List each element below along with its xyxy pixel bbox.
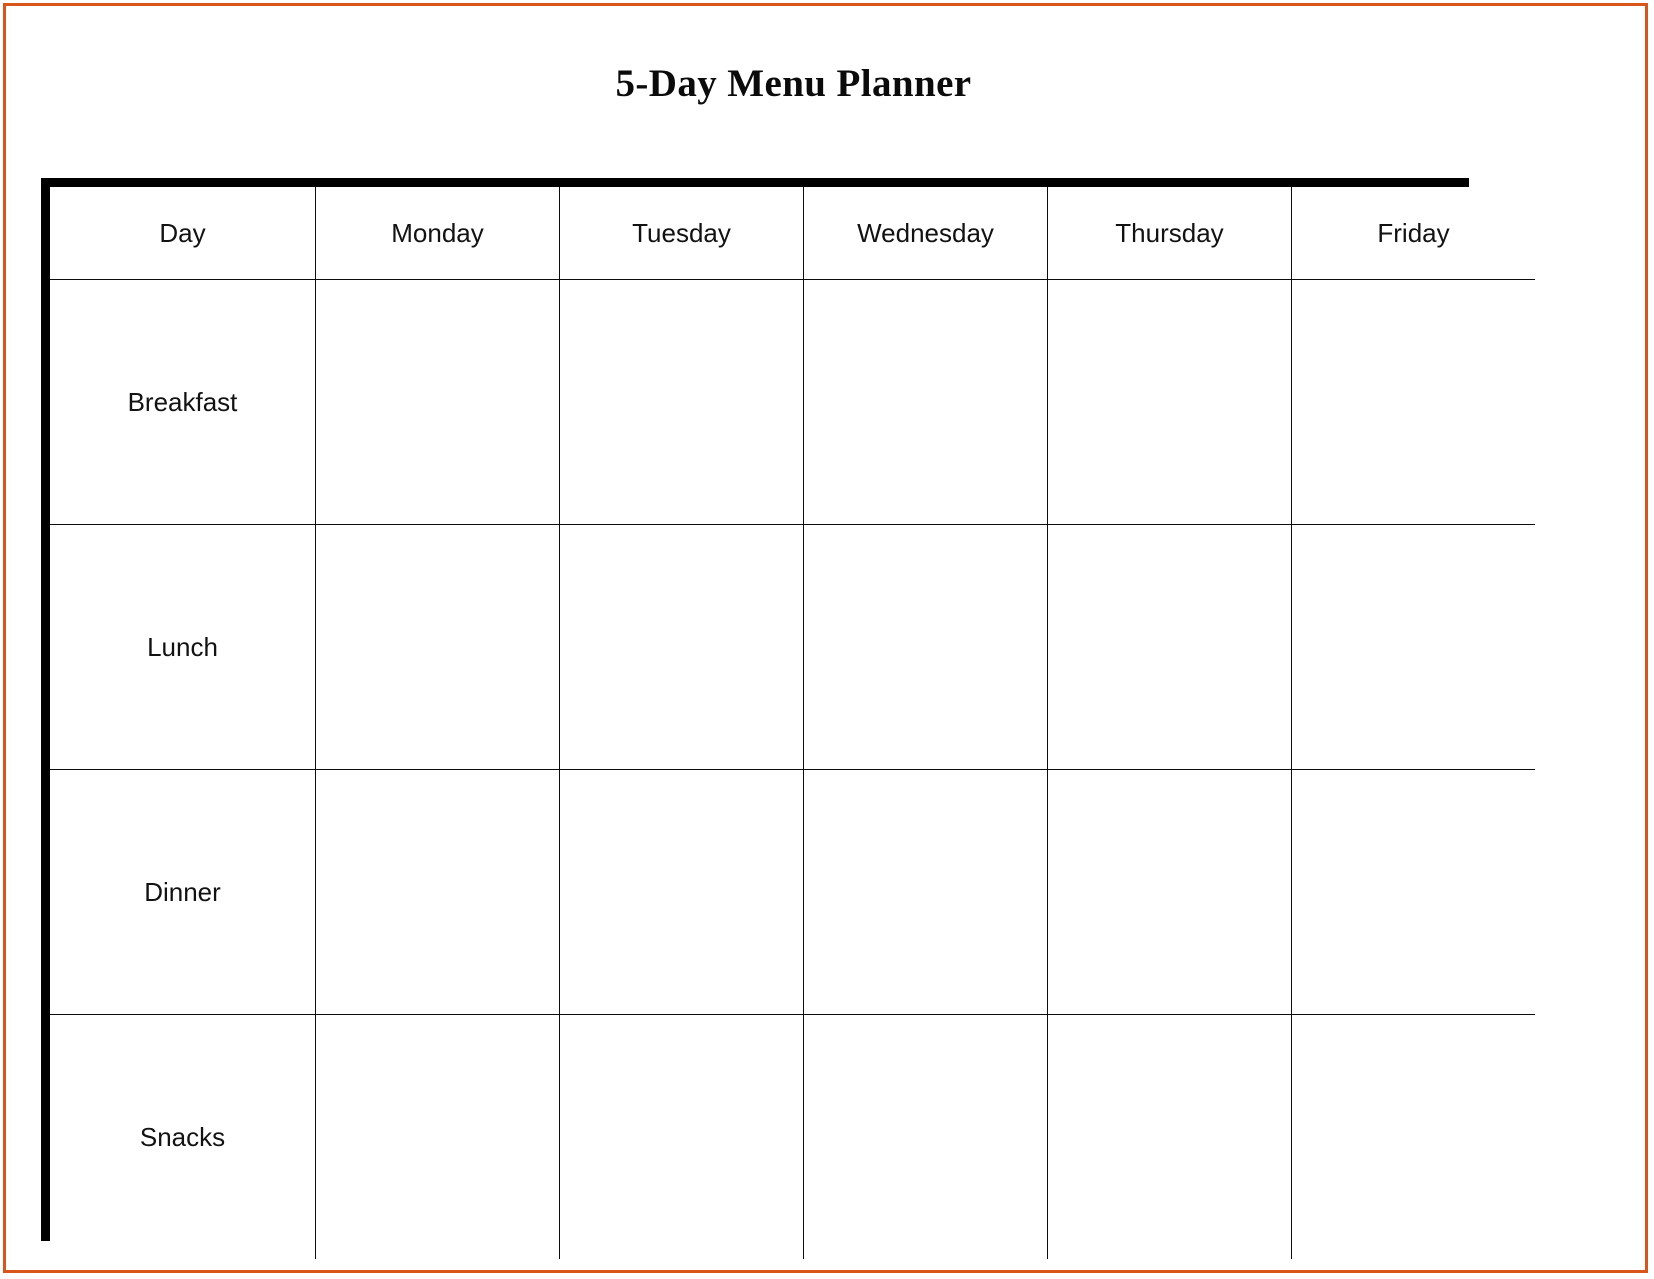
table-row-snacks: Snacks (50, 1014, 1535, 1259)
entry-cell-lunch-wednesday[interactable] (803, 524, 1048, 770)
row-label-dinner: Dinner (144, 876, 221, 907)
planner-grid: Day Monday Tuesday Wednesday Thursday Fr… (50, 187, 1535, 1259)
entry-cell-breakfast-thursday[interactable] (1047, 279, 1292, 525)
header-cell-day: Day (50, 187, 316, 280)
entry-cell-snacks-wednesday[interactable] (803, 1014, 1048, 1259)
row-label-cell-snacks: Snacks (50, 1014, 316, 1259)
row-label-cell-lunch: Lunch (50, 524, 316, 770)
entry-cell-dinner-tuesday[interactable] (559, 769, 804, 1015)
page-title-text: 5-Day Menu Planner (615, 62, 972, 105)
table-row-breakfast: Breakfast (50, 279, 1535, 525)
entry-cell-dinner-wednesday[interactable] (803, 769, 1048, 1015)
entry-cell-lunch-tuesday[interactable] (559, 524, 804, 770)
entry-cell-breakfast-wednesday[interactable] (803, 279, 1048, 525)
row-label-snacks: Snacks (139, 1121, 226, 1152)
entry-cell-snacks-friday[interactable] (1291, 1014, 1535, 1259)
entry-cell-lunch-monday[interactable] (315, 524, 560, 770)
entry-cell-dinner-friday[interactable] (1291, 769, 1535, 1015)
row-label-cell-dinner: Dinner (50, 769, 316, 1015)
table-row-dinner: Dinner (50, 769, 1535, 1015)
menu-planner-table: Day Monday Tuesday Wednesday Thursday Fr… (41, 178, 1535, 1259)
header-cell-friday: Friday (1291, 187, 1535, 280)
entry-cell-lunch-thursday[interactable] (1047, 524, 1292, 770)
row-label-cell-breakfast: Breakfast (50, 279, 316, 525)
entry-cell-breakfast-friday[interactable] (1291, 279, 1535, 525)
page-title: 5-Day Menu Planner (6, 64, 1651, 103)
entry-cell-snacks-monday[interactable] (315, 1014, 560, 1259)
entry-cell-breakfast-tuesday[interactable] (559, 279, 804, 525)
table-row-lunch: Lunch (50, 524, 1535, 770)
table-header-row: Day Monday Tuesday Wednesday Thursday Fr… (50, 187, 1535, 280)
row-label-lunch: Lunch (147, 631, 218, 662)
header-label-thursday: Thursday (1115, 217, 1224, 248)
entry-cell-snacks-tuesday[interactable] (559, 1014, 804, 1259)
header-cell-wednesday: Wednesday (803, 187, 1048, 280)
page-frame: 5-Day Menu Planner Day Monday Tuesday We… (3, 3, 1648, 1273)
entry-cell-dinner-monday[interactable] (315, 769, 560, 1015)
header-label-monday: Monday (391, 217, 484, 248)
entry-cell-dinner-thursday[interactable] (1047, 769, 1292, 1015)
header-cell-thursday: Thursday (1047, 187, 1292, 280)
header-cell-tuesday: Tuesday (559, 187, 804, 280)
entry-cell-breakfast-monday[interactable] (315, 279, 560, 525)
entry-cell-snacks-thursday[interactable] (1047, 1014, 1292, 1259)
header-cell-monday: Monday (315, 187, 560, 280)
header-label-wednesday: Wednesday (857, 217, 994, 248)
header-label-day: Day (159, 217, 206, 248)
header-label-tuesday: Tuesday (632, 217, 731, 248)
row-label-breakfast: Breakfast (127, 386, 238, 417)
entry-cell-lunch-friday[interactable] (1291, 524, 1535, 770)
header-label-friday: Friday (1377, 217, 1450, 248)
